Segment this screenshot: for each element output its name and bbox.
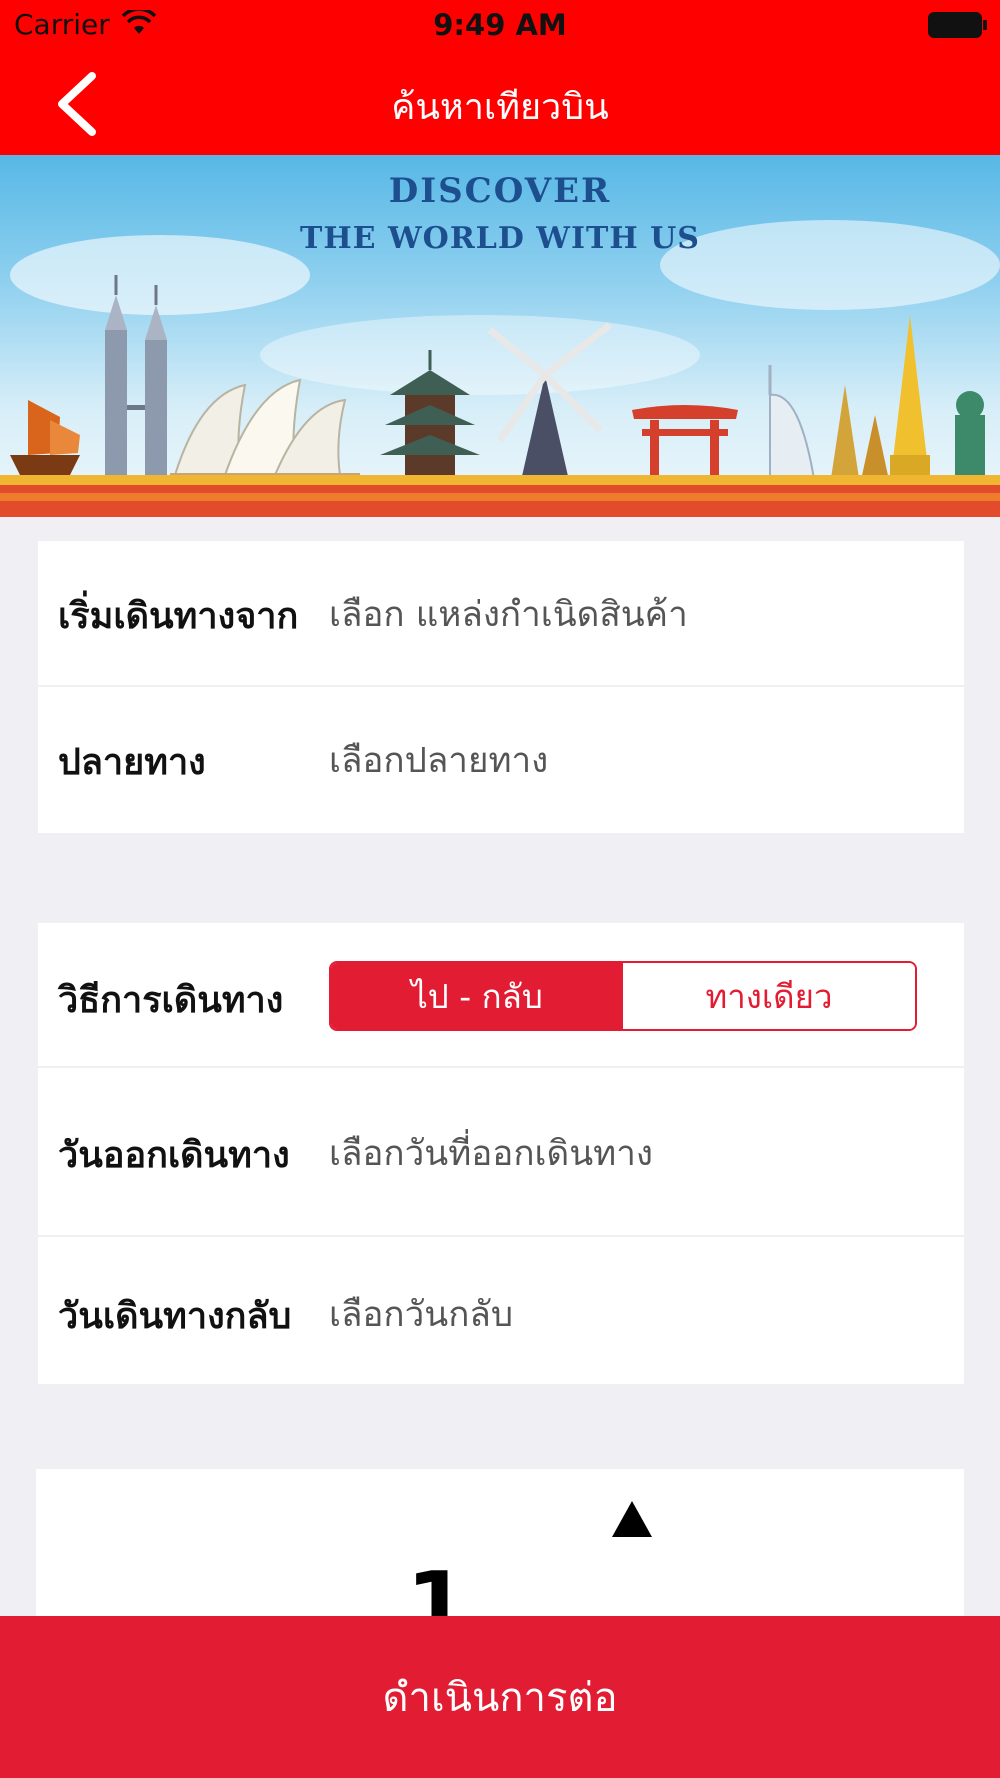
banner-subheadline: THE WORLD WITH US	[300, 221, 700, 256]
departure-date-row[interactable]: วันออกเดินทาง เลือกวันที่ออกเดินทาง	[38, 1068, 964, 1235]
trip-type-label: วิธีการเดินทาง	[58, 980, 284, 1021]
origin-row[interactable]: เริ่มเดินทางจาก เลือก แหล่งกำเนิดสินค้า	[38, 541, 964, 685]
banner-headline: DISCOVER	[388, 171, 612, 211]
increase-passenger-button[interactable]	[610, 1499, 654, 1539]
page-title: ค้นหาเทียวบิน	[391, 87, 609, 128]
return-date-field[interactable]: เลือกวันกลับ	[329, 1287, 513, 1342]
destination-row[interactable]: ปลายทาง เลือกปลายทาง	[38, 687, 964, 833]
origin-label: เริ่มเดินทางจาก	[58, 596, 299, 637]
trip-card: วิธีการเดินทาง ไป - กลับ ทางเดียว วันออก…	[38, 923, 964, 1384]
continue-button[interactable]: ดำเนินการต่อ	[0, 1616, 1000, 1778]
return-date-row[interactable]: วันเดินทางกลับ เลือกวันกลับ	[38, 1237, 964, 1384]
trip-type-row: วิธีการเดินทาง ไป - กลับ ทางเดียว	[38, 923, 964, 1066]
trip-type-segmented-control[interactable]: ไป - กลับ ทางเดียว	[329, 961, 917, 1031]
destination-field[interactable]: เลือกปลายทาง	[329, 733, 548, 788]
route-card: เริ่มเดินทางจาก เลือก แหล่งกำเนิดสินค้า …	[38, 541, 964, 833]
origin-field[interactable]: เลือก แหล่งกำเนิดสินค้า	[329, 587, 688, 642]
navigation-bar: ค้นหาเทียวบิน	[0, 50, 1000, 155]
flight-search-screen: Carrier 9:49 AM ค้นหาเทียวบิน DISCOVER T…	[0, 0, 1000, 1778]
round-trip-option[interactable]: ไป - กลับ	[331, 963, 623, 1029]
destination-label: ปลายทาง	[58, 742, 206, 783]
return-date-label: วันเดินทางกลับ	[58, 1296, 292, 1337]
battery-icon	[928, 12, 987, 38]
promo-banner: DISCOVER THE WORLD WITH US	[0, 155, 1000, 517]
triangle-up-icon	[612, 1501, 652, 1537]
departure-date-label: วันออกเดินทาง	[58, 1135, 290, 1176]
departure-date-field[interactable]: เลือกวันที่ออกเดินทาง	[329, 1126, 653, 1181]
one-way-option[interactable]: ทางเดียว	[623, 963, 915, 1029]
status-time: 9:49 AM	[433, 8, 567, 42]
status-bar: Carrier 9:49 AM	[0, 0, 1000, 50]
